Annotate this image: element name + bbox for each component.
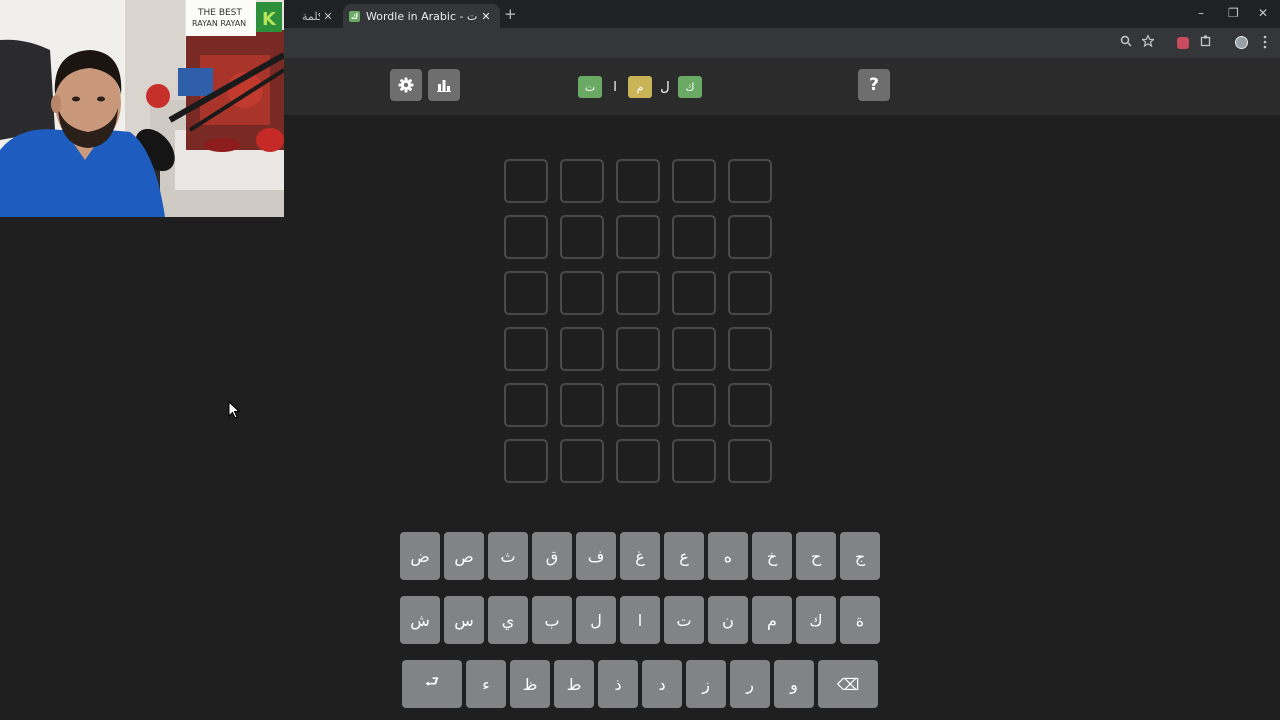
key-letter[interactable]: ث xyxy=(488,532,528,580)
board-cell xyxy=(672,383,716,427)
board-cell xyxy=(616,215,660,259)
key-letter[interactable]: غ xyxy=(620,532,660,580)
board-cell xyxy=(672,327,716,371)
site-favicon-icon: ك xyxy=(349,10,360,22)
enter-key[interactable]: ⮐ xyxy=(402,660,462,708)
key-letter[interactable]: س xyxy=(444,596,484,644)
board-cell xyxy=(560,215,604,259)
board-cell xyxy=(504,159,548,203)
board-cell xyxy=(504,439,548,483)
board-cell xyxy=(560,383,604,427)
key-letter[interactable]: ح xyxy=(796,532,836,580)
board-cell xyxy=(616,159,660,203)
extensions-puzzle-icon[interactable] xyxy=(1200,35,1212,47)
key-letter[interactable]: ل xyxy=(576,596,616,644)
key-letter[interactable]: ض xyxy=(400,532,440,580)
gear-icon xyxy=(398,77,414,93)
key-letter[interactable]: خ xyxy=(752,532,792,580)
sign-text: THE BEST xyxy=(197,8,242,18)
game-logo: ت ا م ل ك xyxy=(578,76,702,98)
close-icon[interactable]: ✕ xyxy=(320,10,336,23)
mouse-cursor-icon xyxy=(228,401,240,419)
webcam-overlay: THE BEST RAYAN RAYAN K xyxy=(0,0,284,217)
key-letter[interactable]: ف xyxy=(576,532,616,580)
restore-icon[interactable]: ❐ xyxy=(1228,6,1239,20)
key-letter[interactable]: ي xyxy=(488,596,528,644)
board-cell xyxy=(504,215,548,259)
window-close-icon[interactable]: ✕ xyxy=(1258,6,1268,20)
minimize-icon[interactable]: – xyxy=(1198,6,1204,20)
webcam-feed: THE BEST RAYAN RAYAN K xyxy=(0,0,284,217)
board-cell xyxy=(560,271,604,315)
close-icon[interactable]: ✕ xyxy=(478,10,494,23)
sign-text: RAYAN RAYAN xyxy=(192,19,246,28)
key-letter[interactable]: ظ xyxy=(510,660,550,708)
board-cell xyxy=(560,439,604,483)
key-letter[interactable]: ش xyxy=(400,596,440,644)
key-letter[interactable]: ه xyxy=(708,532,748,580)
key-letter[interactable]: ز xyxy=(686,660,726,708)
board-cell xyxy=(728,159,772,203)
key-letter[interactable]: ب xyxy=(532,596,572,644)
settings-button[interactable] xyxy=(390,69,422,101)
logo-letter: ا xyxy=(613,79,617,95)
logo-tile: ك xyxy=(678,76,702,98)
board-cell xyxy=(728,327,772,371)
zoom-icon[interactable] xyxy=(1120,35,1132,47)
key-letter[interactable]: ك xyxy=(796,596,836,644)
backspace-key[interactable]: ⌫ xyxy=(818,660,878,708)
key-letter[interactable]: ة xyxy=(840,596,880,644)
bookmark-star-icon[interactable] xyxy=(1142,35,1154,47)
logo-tile: ت xyxy=(578,76,602,98)
key-letter[interactable]: د xyxy=(642,660,682,708)
tab-title: Wordle in Arabic - كلمات xyxy=(366,9,478,23)
key-letter[interactable]: ت xyxy=(664,596,704,644)
key-letter[interactable]: ج xyxy=(840,532,880,580)
extension-icon[interactable] xyxy=(1177,37,1189,49)
key-letter[interactable]: ن xyxy=(708,596,748,644)
key-letter[interactable]: ء xyxy=(466,660,506,708)
key-letter[interactable]: ع xyxy=(664,532,704,580)
board-cell xyxy=(504,327,548,371)
board-cell xyxy=(560,327,604,371)
board-cell xyxy=(616,327,660,371)
tab-kalima[interactable]: كلمة ✕ xyxy=(292,4,342,28)
key-letter[interactable]: ا xyxy=(620,596,660,644)
logo-tile: م xyxy=(628,76,652,98)
board-cell xyxy=(672,159,716,203)
board-cell xyxy=(672,271,716,315)
board-cell xyxy=(560,159,604,203)
board-cell xyxy=(728,271,772,315)
new-tab-button[interactable]: + xyxy=(504,5,517,23)
key-letter[interactable]: م xyxy=(752,596,792,644)
board-cell xyxy=(504,271,548,315)
bar-chart-icon xyxy=(437,80,451,92)
board-cell xyxy=(616,439,660,483)
k-badge-letter: K xyxy=(262,9,277,30)
profile-avatar-icon[interactable] xyxy=(1235,36,1248,49)
tab-title: كلمة xyxy=(302,9,320,23)
board-cell xyxy=(616,383,660,427)
board-cell xyxy=(616,271,660,315)
board-cell xyxy=(672,215,716,259)
tab-wordle-arabic[interactable]: ك Wordle in Arabic - كلمات ✕ xyxy=(343,4,500,28)
key-letter[interactable]: ذ xyxy=(598,660,638,708)
key-letter[interactable]: ر xyxy=(730,660,770,708)
board-cell xyxy=(672,439,716,483)
key-letter[interactable]: ص xyxy=(444,532,484,580)
key-letter[interactable]: ق xyxy=(532,532,572,580)
board-cell xyxy=(728,383,772,427)
statistics-button[interactable] xyxy=(428,69,460,101)
key-letter[interactable]: و xyxy=(774,660,814,708)
key-letter[interactable]: ط xyxy=(554,660,594,708)
board-cell xyxy=(504,383,548,427)
kebab-menu-icon[interactable] xyxy=(1262,35,1268,49)
help-button[interactable]: ? xyxy=(858,69,890,101)
address-bar[interactable] xyxy=(290,32,1140,54)
board-cell xyxy=(728,439,772,483)
board-cell xyxy=(728,215,772,259)
logo-letter: ل xyxy=(660,79,670,95)
